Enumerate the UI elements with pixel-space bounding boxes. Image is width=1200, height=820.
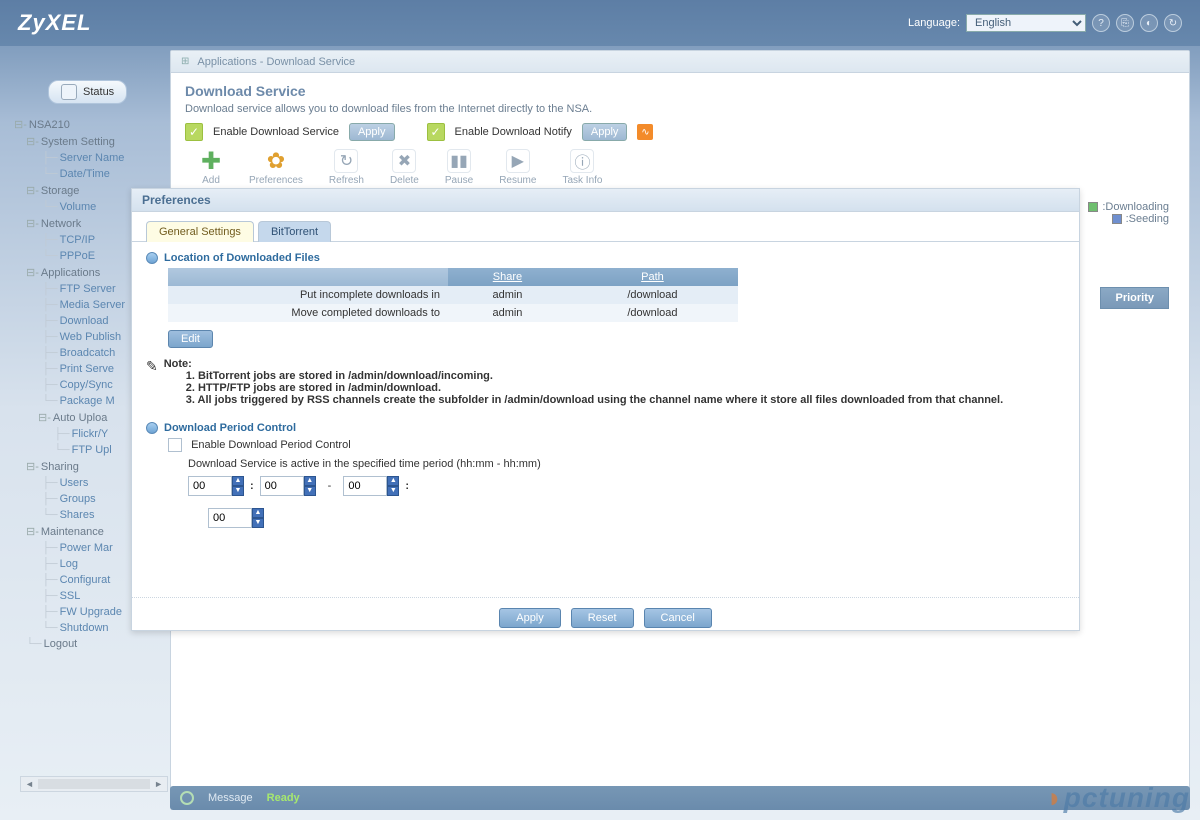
spinner-down-icon[interactable]: ▼ (304, 486, 316, 496)
dialog-tabs: General Settings BitTorrent (132, 212, 1079, 242)
note-heading: Note: (164, 358, 1003, 370)
spinner-down-icon[interactable]: ▼ (387, 486, 399, 496)
status-ready-label: Ready (267, 792, 300, 804)
cancel-button[interactable]: Cancel (644, 608, 712, 628)
toolbar-task-info[interactable]: ⓘTask Info (562, 149, 602, 186)
downloading-swatch (1088, 202, 1098, 212)
page-intro: Download service allows you to download … (171, 103, 1189, 123)
enable-notify-label: Enable Download Notify (455, 126, 572, 138)
status-message-label: Message (208, 792, 253, 804)
priority-column-header[interactable]: Priority (1100, 287, 1169, 309)
toolbar-delete[interactable]: ✖Delete (390, 149, 419, 186)
toolbar-pause[interactable]: ▮▮Pause (445, 149, 473, 186)
section-period-header: Download Period Control (146, 420, 1065, 438)
language-select[interactable]: English (966, 14, 1086, 32)
brand-logo: ZyXEL (18, 10, 91, 36)
edit-button[interactable]: Edit (168, 330, 213, 348)
breadcrumb: ⊞ Applications - Download Service (171, 51, 1189, 73)
toolbar-preferences[interactable]: ✿Preferences (249, 149, 303, 186)
toolbar-add[interactable]: ✚Add (199, 149, 223, 186)
apply-notify-button[interactable]: Apply (582, 123, 628, 141)
tree-item-server-name[interactable]: Server Name (14, 150, 168, 166)
breadcrumb-icon: ⊞ (181, 56, 189, 67)
dialog-footer: Apply Reset Cancel (132, 598, 1079, 638)
globe-icon (146, 252, 158, 264)
spinner-up-icon[interactable]: ▲ (304, 476, 316, 486)
horizontal-scrollbar[interactable]: ◄► (20, 776, 168, 792)
spinner-up-icon[interactable]: ▲ (252, 508, 264, 518)
enable-download-checkbox[interactable]: ✓ (185, 123, 203, 141)
spinner-down-icon[interactable]: ▼ (232, 486, 244, 496)
status-indicator-icon (180, 791, 194, 805)
rss-icon[interactable]: ∿ (637, 124, 653, 140)
apply-download-button[interactable]: Apply (349, 123, 395, 141)
tab-general-settings[interactable]: General Settings (146, 221, 254, 242)
copy-icon[interactable]: ⎘ (1116, 14, 1134, 32)
tree-group-logout[interactable]: Logout (14, 636, 168, 652)
spinner-up-icon[interactable]: ▲ (232, 476, 244, 486)
note-list: 1. BitTorrent jobs are stored in /admin/… (164, 370, 1003, 406)
dialog-title: Preferences (132, 189, 1079, 212)
time-end-mm[interactable]: ▲▼ (208, 508, 264, 528)
about-icon[interactable]: ◐ (1140, 14, 1158, 32)
tree-group-system-setting[interactable]: System Setting (14, 133, 168, 150)
note-icon: ✎ (146, 358, 158, 375)
enable-period-checkbox[interactable] (168, 438, 182, 452)
toolbar-resume[interactable]: ▶Resume (499, 149, 536, 186)
toolbar-refresh[interactable]: ↻Refresh (329, 149, 364, 186)
enable-period-row: Enable Download Period Control (168, 438, 1065, 452)
location-table: SharePathPut incomplete downloads inadmi… (168, 268, 738, 322)
enable-period-label: Enable Download Period Control (191, 439, 351, 451)
app-header: ZyXEL Language: English ? ⎘ ◐ ↻ (0, 0, 1200, 46)
preferences-dialog: Preferences General Settings BitTorrent … (131, 188, 1080, 631)
toolbar: ✚Add ✿Preferences ↻Refresh ✖Delete ▮▮Pause ▶R… (171, 149, 1189, 186)
enable-download-label: Enable Download Service (213, 126, 339, 138)
time-end-hh[interactable]: ▲▼ (343, 476, 399, 496)
spinner-up-icon[interactable]: ▲ (387, 476, 399, 486)
status-icon (61, 84, 77, 100)
time-start-hh[interactable]: ▲▼ (188, 476, 244, 496)
status-bar: Message Ready (170, 786, 1190, 810)
logout-icon[interactable]: ↻ (1164, 14, 1182, 32)
status-button[interactable]: Status (48, 80, 127, 104)
reset-button[interactable]: Reset (571, 608, 634, 628)
enable-notify-checkbox[interactable]: ✓ (427, 123, 445, 141)
tree-item-date-time[interactable]: Date/Time (14, 166, 168, 182)
globe-icon (146, 422, 158, 434)
enable-row: ✓ Enable Download Service Apply ✓ Enable… (171, 123, 1189, 149)
apply-button[interactable]: Apply (499, 608, 561, 628)
time-range-row: ▲▼:▲▼-▲▼: (188, 476, 1065, 502)
time-start-mm[interactable]: ▲▼ (260, 476, 316, 496)
help-icon[interactable]: ? (1092, 14, 1110, 32)
language-label: Language: (908, 17, 960, 29)
page-title: Download Service (171, 73, 1189, 103)
legend: :Downloading :Seeding (1088, 201, 1169, 225)
period-description: Download Service is active in the specif… (168, 452, 1065, 470)
section-location-header: Location of Downloaded Files (146, 250, 1065, 268)
tab-bittorrent[interactable]: BitTorrent (258, 221, 331, 242)
seeding-swatch (1112, 214, 1122, 224)
spinner-down-icon[interactable]: ▼ (252, 518, 264, 528)
